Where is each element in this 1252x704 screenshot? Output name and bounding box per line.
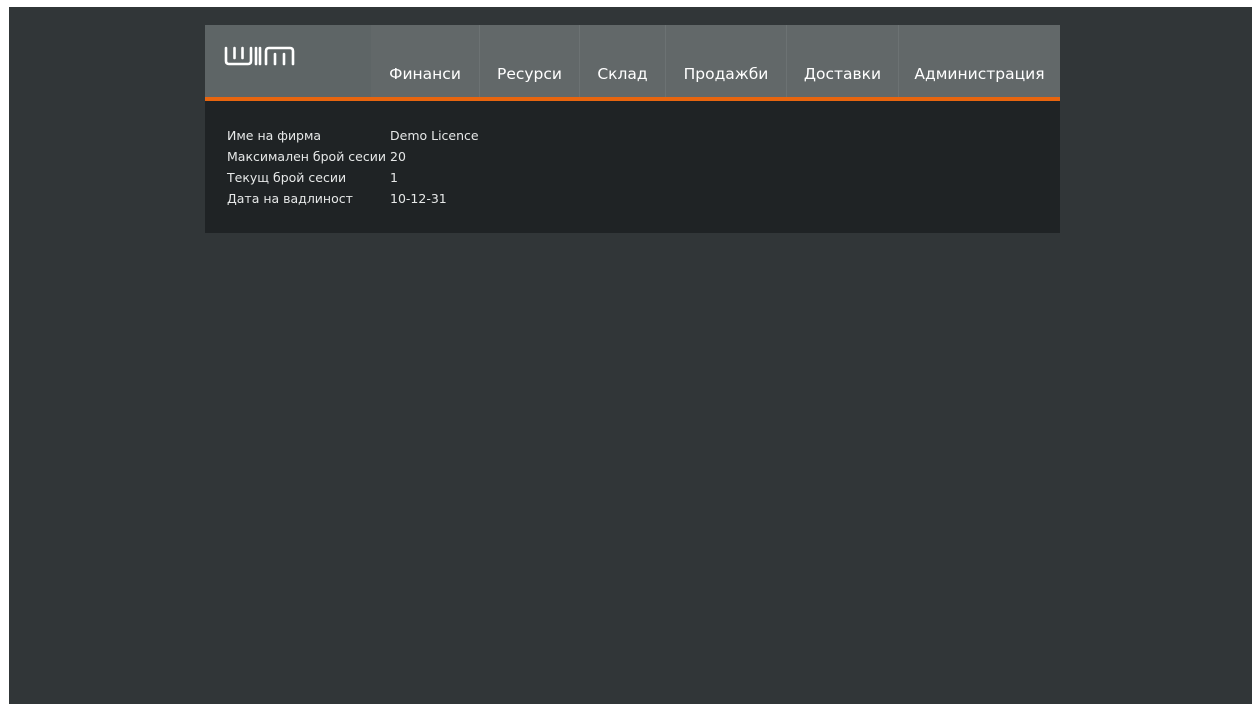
nav-item-deliveries[interactable]: Доставки [786, 25, 898, 97]
logo[interactable] [205, 25, 371, 97]
info-label: Максимален брой сесии [227, 149, 386, 164]
info-label: Име на фирма [227, 128, 322, 143]
info-row-current-sessions: Текущ брой сесии 1 [227, 167, 1060, 188]
nav-item-finance[interactable]: Финанси [371, 25, 479, 97]
nav-item-sales[interactable]: Продажби [665, 25, 786, 97]
app-container: Финанси Ресурси Склад Продажби Доставки … [205, 25, 1060, 233]
license-info-panel: Име на фирма Demo Licence Максимален бро… [205, 101, 1060, 233]
nav-item-resources[interactable]: Ресурси [479, 25, 579, 97]
app-background: Финанси Ресурси Склад Продажби Доставки … [9, 7, 1252, 704]
info-value: 1 [390, 170, 398, 185]
top-navigation-bar: Финанси Ресурси Склад Продажби Доставки … [205, 25, 1060, 97]
info-label: Текущ брой сесии [227, 170, 347, 185]
wim-logo-icon [224, 46, 295, 66]
info-row-company-name: Име на фирма Demo Licence [227, 125, 1060, 146]
nav-item-administration[interactable]: Администрация [898, 25, 1060, 97]
info-label: Дата на вадлиност [227, 191, 353, 206]
info-value: 10-12-31 [390, 191, 447, 206]
info-row-max-sessions: Максимален брой сесии 20 [227, 146, 1060, 167]
info-row-validity-date: Дата на вадлиност 10-12-31 [227, 188, 1060, 209]
main-menu: Финанси Ресурси Склад Продажби Доставки … [371, 25, 1060, 97]
info-value: Demo Licence [390, 128, 479, 143]
nav-item-warehouse[interactable]: Склад [579, 25, 665, 97]
info-value: 20 [390, 149, 406, 164]
